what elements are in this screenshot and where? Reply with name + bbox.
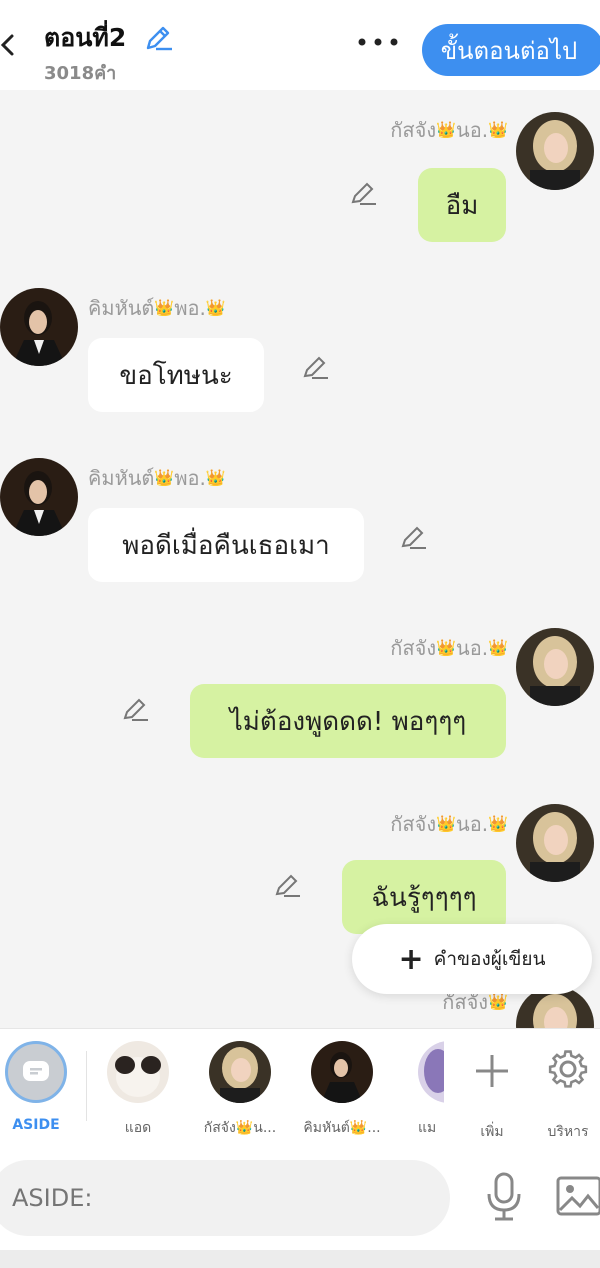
crown-icon: 👑 — [154, 468, 175, 487]
character-partial[interactable]: แม — [394, 1041, 444, 1139]
edit-message-icon[interactable] — [348, 178, 378, 208]
word-count: 3018คำ — [44, 63, 117, 84]
chat-area[interactable]: กัสจัง 👑 นอ. 👑 อืม คิมหันต์ 👑 พอ. 👑 ขอโทษนะ คิ… — [0, 90, 600, 1028]
avatar-kimhan[interactable] — [0, 288, 78, 366]
crown-icon: 👑 — [436, 120, 457, 139]
edit-message-icon[interactable] — [300, 352, 330, 382]
chat-bubble-icon — [23, 1061, 49, 1081]
character-admin[interactable]: แอด — [88, 1041, 188, 1139]
crown-icon: 👑 — [436, 814, 457, 833]
crown-icon: 👑 — [436, 638, 457, 657]
crown-icon: 👑 — [488, 120, 508, 139]
crown-icon: 👑 — [205, 468, 226, 487]
plus-icon: + — [398, 941, 424, 977]
avatar-gus — [209, 1041, 271, 1103]
divider — [86, 1051, 87, 1121]
message-bubble[interactable]: ขอโทษนะ — [88, 338, 264, 412]
message-bubble[interactable]: พอดีเมื่อคืนเธอเมา — [88, 508, 364, 582]
speaker-name: คิมหันต์ 👑 พอ. 👑 — [88, 466, 226, 490]
crown-icon: 👑 — [488, 814, 508, 833]
next-step-button[interactable]: ขั้นตอนต่อไป — [422, 24, 600, 76]
more-options-icon[interactable] — [356, 32, 400, 52]
plus-icon — [476, 1055, 508, 1087]
edit-title-icon[interactable] — [142, 22, 174, 54]
avatar-gus[interactable] — [516, 112, 594, 190]
avatar-partial — [418, 1041, 444, 1103]
author-note-label: คำของผู้เขียน — [433, 948, 546, 970]
message-input[interactable] — [0, 1160, 450, 1236]
crown-icon: 👑 — [154, 298, 175, 317]
edit-message-icon[interactable] — [120, 694, 150, 724]
message-bubble[interactable]: ไม่ต้องพูดดด! พอๆๆๆ — [190, 684, 506, 758]
speaker-name: กัสจัง 👑 นอ. 👑 — [390, 118, 508, 142]
crown-icon: 👑 — [488, 638, 508, 657]
crown-icon: 👑 — [488, 992, 508, 1011]
image-icon[interactable] — [556, 1176, 600, 1216]
character-gus[interactable]: กัสจัง👑น... — [190, 1041, 290, 1139]
edit-message-icon[interactable] — [398, 522, 428, 552]
speaker-name: กัสจัง 👑 นอ. 👑 — [390, 812, 508, 836]
gear-icon — [548, 1050, 588, 1088]
character-kimhan[interactable]: คิมหันต์👑... — [292, 1041, 392, 1139]
speaker-name: กัสจัง 👑 นอ. 👑 — [390, 636, 508, 660]
author-note-button[interactable]: + คำของผู้เขียน — [352, 924, 592, 994]
speaker-name: คิมหันต์ 👑 พอ. 👑 — [88, 296, 226, 320]
message-composer — [0, 1146, 600, 1250]
edit-message-icon[interactable] — [272, 870, 302, 900]
character-bar: ASIDE แอด กัสจัง👑น... คิมหันต์👑... แม เพ… — [0, 1028, 600, 1146]
avatar-gus[interactable] — [516, 804, 594, 882]
avatar-gus[interactable] — [516, 628, 594, 706]
microphone-icon[interactable] — [484, 1172, 524, 1222]
manage-characters-button[interactable]: บริหาร — [518, 1041, 600, 1143]
avatar-cat — [107, 1041, 169, 1103]
character-aside[interactable]: ASIDE — [0, 1041, 86, 1133]
message-bubble[interactable]: อืม — [418, 168, 506, 242]
aside-avatar — [5, 1041, 67, 1103]
avatar-kimhan[interactable] — [0, 458, 78, 536]
avatar-kimhan — [311, 1041, 373, 1103]
crown-icon: 👑 — [205, 298, 226, 317]
chapter-title: ตอนที่2 — [44, 23, 127, 52]
top-bar: ตอนที่2 3018คำ ขั้นตอนต่อไป — [0, 0, 600, 90]
back-arrow-icon[interactable] — [0, 30, 24, 60]
bottom-strip — [0, 1250, 600, 1268]
message-bubble[interactable]: ฉันรู้ๆๆๆๆ — [342, 860, 506, 934]
